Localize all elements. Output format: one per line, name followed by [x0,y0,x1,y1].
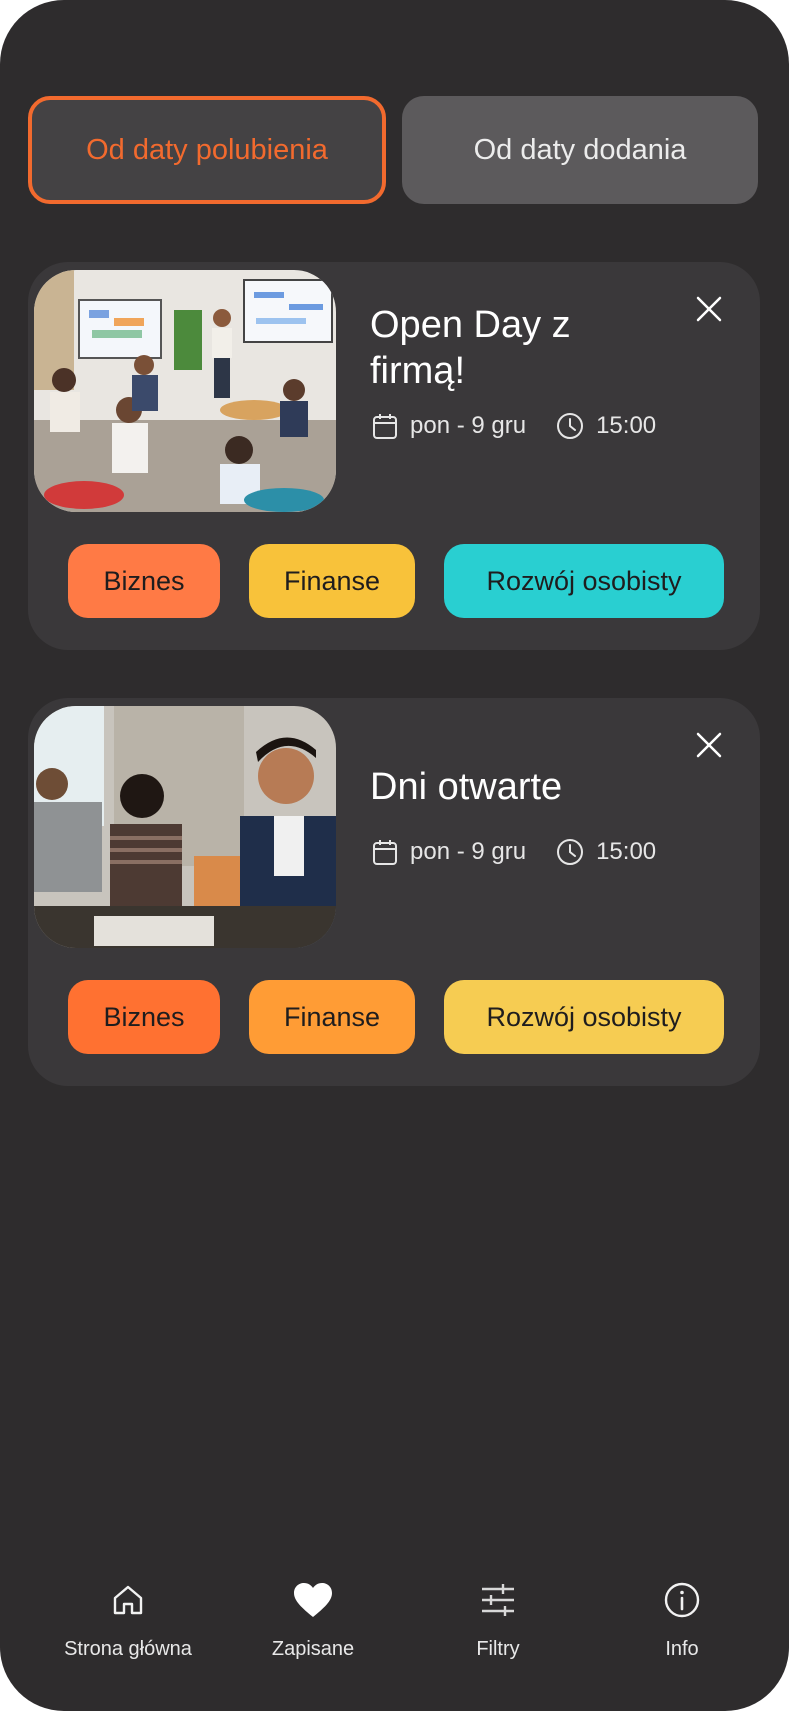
tag-rozwoj-osobisty[interactable]: Rozwój osobisty [444,980,724,1054]
info-icon [664,1582,700,1618]
event-date: pon - 9 gru [410,412,527,439]
tag-rozwoj-osobisty[interactable]: Rozwój osobisty [444,544,724,618]
sort-by-liked-date-label: Od daty polubienia [86,133,328,166]
tag-biznes[interactable]: Biznes [68,544,220,618]
close-icon [696,732,722,758]
bottom-navigation: Strona główna Zapisane Filtry Info [0,1565,789,1675]
nav-info[interactable]: Info [592,1565,772,1675]
tag-label: Biznes [103,565,185,596]
sliders-icon [482,1584,514,1616]
nav-filters[interactable]: Filtry [408,1565,588,1675]
nav-info-label: Info [665,1638,699,1660]
nav-filters-label: Filtry [476,1638,520,1660]
event-photo [34,706,336,948]
tag-label: Biznes [103,1001,185,1032]
event-title-line-1: Open Day z [370,304,571,346]
event-title: Open Day z firmą! [370,302,571,394]
remove-event-button[interactable] [692,292,726,326]
event-title-line-1: Dni otwarte [370,766,563,808]
calendar-icon [372,412,398,440]
close-icon [696,296,722,322]
clock-icon [556,838,584,866]
tag-label: Rozwój osobisty [486,565,682,596]
tag-label: Finanse [283,565,381,596]
event-title-line-2: firmą! [370,350,465,392]
event-card[interactable]: Open Day z firmą! pon - 9 gru 15:00 Bizn… [28,262,760,650]
nav-home[interactable]: Strona główna [38,1565,218,1675]
app-screen: Od daty polubienia Od daty dodania Open … [0,0,789,1711]
event-card[interactable]: Dni otwarte pon - 9 gru 15:00 Biznes Fin… [28,698,760,1086]
nav-saved[interactable]: Zapisane [223,1565,403,1675]
event-time: 15:00 [596,838,657,865]
tag-finanse[interactable]: Finanse [249,544,415,618]
sort-by-added-date-button[interactable]: Od daty dodania [402,96,758,204]
home-icon [113,1585,143,1615]
sort-by-added-date-label: Od daty dodania [473,133,687,166]
sort-by-liked-date-button[interactable]: Od daty polubienia [28,96,386,204]
event-meta: pon - 9 gru 15:00 [372,838,656,866]
event-title: Dni otwarte [370,764,562,810]
nav-saved-label: Zapisane [271,1638,355,1660]
event-meta: pon - 9 gru 15:00 [372,412,656,440]
calendar-icon [372,838,398,866]
clock-icon [556,412,584,440]
tag-label: Finanse [283,1001,381,1032]
event-date: pon - 9 gru [410,838,527,865]
remove-event-button[interactable] [692,728,726,762]
tag-biznes[interactable]: Biznes [68,980,220,1054]
heart-icon [294,1583,332,1617]
nav-home-label: Strona główna [64,1638,192,1660]
tag-label: Rozwój osobisty [486,1001,682,1032]
event-photo [34,270,336,512]
tag-finanse[interactable]: Finanse [249,980,415,1054]
event-time: 15:00 [596,412,657,439]
